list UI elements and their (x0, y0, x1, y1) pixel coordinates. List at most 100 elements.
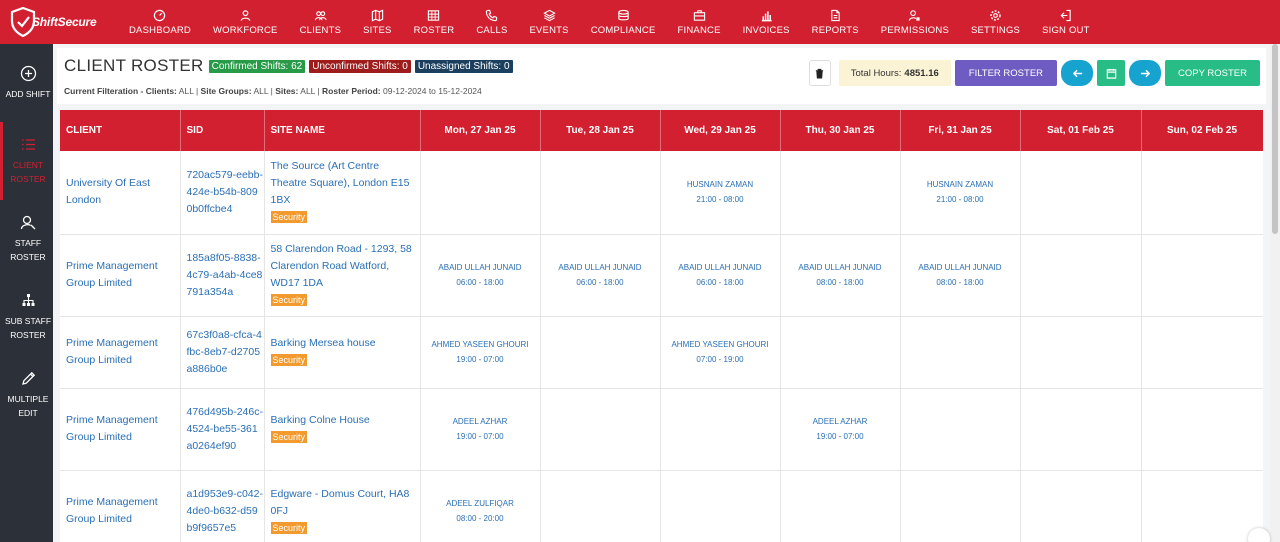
empty-shift-cell[interactable] (660, 470, 781, 542)
empty-shift-cell[interactable] (540, 151, 661, 235)
client-name[interactable]: Prime Management Group Limited (66, 260, 158, 289)
shift-cell[interactable]: ABAID ULLAH JUNAID 08:00 - 18:00 (780, 234, 901, 317)
nav-item-reports[interactable]: REPORTS (801, 0, 870, 44)
shift-entry[interactable]: AHMED YASEEN GHOURI 07:00 - 19:00 (661, 337, 780, 367)
nav-item-sign-out[interactable]: SIGN OUT (1031, 0, 1101, 44)
page-scrollbar[interactable] (1270, 44, 1280, 542)
copy-roster-button[interactable]: COPY ROSTER (1165, 60, 1260, 86)
client-cell[interactable]: Prime Management Group Limited (60, 234, 181, 317)
site-name[interactable]: The Source (Art Centre Theatre Square), … (271, 160, 410, 206)
nav-item-permissions[interactable]: PERMISSIONS (870, 0, 960, 44)
nav-item-compliance[interactable]: COMPLIANCE (580, 0, 667, 44)
shift-entry[interactable]: ADEEL AZHAR 19:00 - 07:00 (421, 414, 540, 444)
calendar-button[interactable] (1097, 60, 1126, 86)
sidebar-item-client-roster[interactable]: CLIENT ROSTER (0, 122, 53, 200)
shift-entry[interactable]: AHMED YASEEN GHOURI 19:00 - 07:00 (421, 337, 540, 367)
empty-shift-cell[interactable] (420, 151, 541, 235)
shift-cell[interactable]: ADEEL AZHAR 19:00 - 07:00 (420, 388, 541, 471)
sidebar-item-sub-staff-roster[interactable]: SUB STAFF ROSTER (0, 278, 53, 356)
shift-entry[interactable]: ADEEL AZHAR 19:00 - 07:00 (781, 414, 900, 444)
site-name[interactable]: Edgware - Domus Court, HA8 0FJ (271, 488, 410, 517)
previous-week-button[interactable] (1061, 60, 1094, 86)
empty-shift-cell[interactable] (1141, 388, 1263, 471)
site-name[interactable]: Barking Mersea house (271, 337, 376, 349)
client-cell[interactable]: Prime Management Group Limited (60, 470, 181, 542)
nav-item-finance[interactable]: FINANCE (667, 0, 732, 44)
empty-shift-cell[interactable] (900, 316, 1021, 389)
empty-shift-cell[interactable] (1020, 388, 1142, 471)
site-cell[interactable]: Barking Colne House Security (264, 388, 421, 471)
client-cell[interactable]: Prime Management Group Limited (60, 316, 181, 389)
shift-entry[interactable]: HUSNAIN ZAMAN 21:00 - 08:00 (661, 177, 780, 207)
empty-shift-cell[interactable] (540, 316, 661, 389)
shift-cell[interactable]: HUSNAIN ZAMAN 21:00 - 08:00 (660, 151, 781, 235)
site-name[interactable]: 58 Clarendon Road - 1293, 58 Clarendon R… (271, 243, 412, 289)
shift-cell[interactable]: ABAID ULLAH JUNAID 06:00 - 18:00 (540, 234, 661, 317)
nav-item-settings[interactable]: SETTINGS (960, 0, 1031, 44)
empty-shift-cell[interactable] (1141, 151, 1263, 235)
shift-cell[interactable]: AHMED YASEEN GHOURI 07:00 - 19:00 (660, 316, 781, 389)
site-name[interactable]: Barking Colne House (271, 414, 370, 426)
nav-item-calls[interactable]: CALLS (465, 0, 518, 44)
nav-item-invoices[interactable]: INVOICES (732, 0, 801, 44)
delete-button[interactable] (808, 60, 831, 86)
shift-cell[interactable]: ABAID ULLAH JUNAID 08:00 - 18:00 (900, 234, 1021, 317)
client-name[interactable]: Prime Management Group Limited (66, 337, 158, 366)
empty-shift-cell[interactable] (1020, 234, 1142, 317)
client-cell[interactable]: Prime Management Group Limited (60, 388, 181, 471)
empty-shift-cell[interactable] (1141, 316, 1263, 389)
client-name[interactable]: University Of East London (66, 177, 150, 206)
site-cell[interactable]: The Source (Art Centre Theatre Square), … (264, 151, 421, 235)
empty-shift-cell[interactable] (780, 151, 901, 235)
site-cell[interactable]: Barking Mersea house Security (264, 316, 421, 389)
empty-shift-cell[interactable] (1020, 316, 1142, 389)
shift-entry[interactable]: ADEEL ZULFIQAR 08:00 - 20:00 (421, 496, 540, 526)
empty-shift-cell[interactable] (780, 470, 901, 542)
shift-cell[interactable]: ABAID ULLAH JUNAID 06:00 - 18:00 (660, 234, 781, 317)
sidebar-item-add-shift[interactable]: ADD SHIFT (0, 44, 53, 122)
sidebar-item-multiple-edit[interactable]: MULTIPLE EDIT (0, 356, 53, 434)
nav-item-sites[interactable]: SITES (352, 0, 402, 44)
client-name[interactable]: Prime Management Group Limited (66, 496, 158, 525)
empty-shift-cell[interactable] (1141, 234, 1263, 317)
shift-entry[interactable]: ABAID ULLAH JUNAID 08:00 - 18:00 (901, 260, 1020, 290)
sidebar-item-staff-roster[interactable]: STAFF ROSTER (0, 200, 53, 278)
list-icon (21, 139, 35, 150)
nav-item-events[interactable]: EVENTS (518, 0, 579, 44)
site-cell[interactable]: 58 Clarendon Road - 1293, 58 Clarendon R… (264, 234, 421, 317)
shift-time: 21:00 - 08:00 (696, 195, 744, 205)
shift-cell[interactable]: HUSNAIN ZAMAN 21:00 - 08:00 (900, 151, 1021, 235)
client-name[interactable]: Prime Management Group Limited (66, 414, 158, 443)
gear-icon (990, 9, 1001, 21)
empty-shift-cell[interactable] (1020, 470, 1142, 542)
shift-cell[interactable]: ABAID ULLAH JUNAID 06:00 - 18:00 (420, 234, 541, 317)
empty-shift-cell[interactable] (900, 470, 1021, 542)
empty-shift-cell[interactable] (540, 470, 661, 542)
shift-entry[interactable]: HUSNAIN ZAMAN 21:00 - 08:00 (901, 177, 1020, 207)
next-week-button[interactable] (1129, 60, 1162, 86)
shift-cell[interactable]: ADEEL ZULFIQAR 08:00 - 20:00 (420, 470, 541, 542)
site-cell[interactable]: Edgware - Domus Court, HA8 0FJ Security (264, 470, 421, 542)
unconfirmed-shifts-badge: Unconfirmed Shifts: 0 (309, 59, 411, 73)
shift-cell[interactable]: AHMED YASEEN GHOURI 19:00 - 07:00 (420, 316, 541, 389)
security-tag: Security (270, 211, 308, 224)
shift-entry[interactable]: ABAID ULLAH JUNAID 08:00 - 18:00 (781, 260, 900, 290)
empty-shift-cell[interactable] (1141, 470, 1263, 542)
empty-shift-cell[interactable] (780, 316, 901, 389)
brand-logo[interactable]: ShiftSecure (0, 0, 118, 44)
filter-roster-button[interactable]: FILTER ROSTER (954, 60, 1058, 86)
shift-cell[interactable]: ADEEL AZHAR 19:00 - 07:00 (780, 388, 901, 471)
shift-entry[interactable]: ABAID ULLAH JUNAID 06:00 - 18:00 (541, 260, 660, 290)
nav-item-clients[interactable]: CLIENTS (289, 0, 353, 44)
nav-item-dashboard[interactable]: DASHBOARD (118, 0, 202, 44)
empty-shift-cell[interactable] (540, 388, 661, 471)
shift-entry[interactable]: ABAID ULLAH JUNAID 06:00 - 18:00 (661, 260, 780, 290)
scrollbar-thumb[interactable] (1272, 44, 1278, 234)
empty-shift-cell[interactable] (1020, 151, 1142, 235)
empty-shift-cell[interactable] (900, 388, 1021, 471)
nav-item-roster[interactable]: ROSTER (403, 0, 466, 44)
nav-item-workforce[interactable]: WORKFORCE (202, 0, 289, 44)
empty-shift-cell[interactable] (660, 388, 781, 471)
client-cell[interactable]: University Of East London (60, 151, 181, 235)
shift-entry[interactable]: ABAID ULLAH JUNAID 06:00 - 18:00 (421, 260, 540, 290)
